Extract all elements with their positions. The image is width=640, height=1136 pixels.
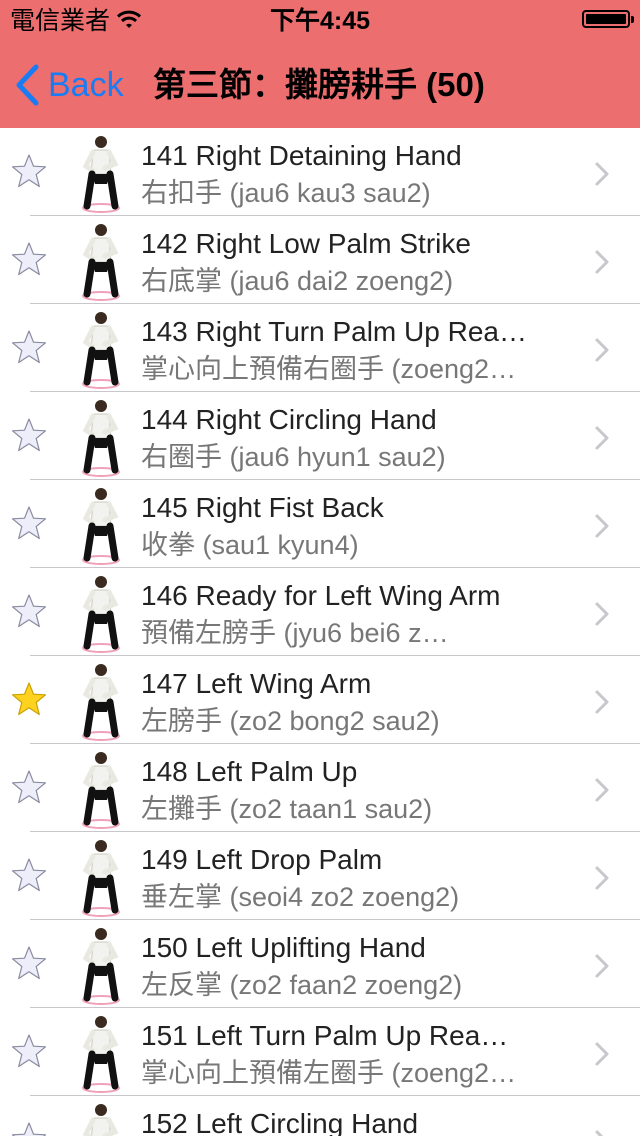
item-subtitle: 右扣手 (jau6 kau3 sau2) (141, 178, 431, 208)
chevron-left-icon (16, 64, 39, 106)
list-item[interactable]: 149 Left Drop Palm 垂左掌 (seoi4 zo2 zoeng2… (0, 832, 640, 920)
item-subtitle: 左反掌 (zo2 faan2 zoeng2) (141, 970, 463, 1000)
chevron-right-icon (595, 162, 609, 186)
chevron-right-icon (595, 426, 609, 450)
favorite-star-icon[interactable] (9, 152, 49, 192)
back-label: Back (48, 65, 124, 104)
status-bar: 電信業者 下午4:45 (0, 0, 640, 40)
item-title: 142 Right Low Palm Strike (141, 228, 471, 259)
item-title: 141 Right Detaining Hand (141, 140, 462, 171)
kung-fu-pose-thumbnail (82, 1016, 120, 1093)
item-subtitle: 收拳 (sau1 kyun4) (141, 530, 359, 560)
list-item[interactable]: 147 Left Wing Arm 左膀手 (zo2 bong2 sau2) (0, 656, 640, 744)
status-time: 下午4:45 (269, 7, 371, 35)
list-item[interactable]: 146 Ready for Left Wing Arm 預備左膀手 (jyu6 … (0, 568, 640, 656)
item-title: 147 Left Wing Arm (141, 668, 372, 699)
list-item[interactable]: 148 Left Palm Up 左攤手 (zo2 taan1 sau2) (0, 744, 640, 832)
chevron-right-icon (595, 954, 609, 978)
page-title: 第三節：攤膀耕手 (50) (153, 66, 485, 103)
favorite-star-icon[interactable] (9, 328, 49, 368)
chevron-right-icon (595, 778, 609, 802)
chevron-right-icon (595, 690, 609, 714)
kung-fu-pose-thumbnail (82, 136, 120, 213)
list-item[interactable]: 152 Left Circling Hand (0, 1096, 640, 1136)
item-subtitle: 左膀手 (zo2 bong2 sau2) (141, 706, 440, 736)
chevron-right-icon (595, 866, 609, 890)
item-title: 145 Right Fist Back (141, 492, 384, 523)
chevron-right-icon (595, 1130, 604, 1136)
kung-fu-pose-thumbnail (82, 1104, 119, 1136)
item-title: 148 Left Palm Up (141, 756, 358, 787)
item-title: 152 Left Circling Hand (141, 1108, 419, 1136)
item-title: 143 Right Turn Palm Up Rea… (141, 316, 527, 347)
item-title: 146 Ready for Left Wing Arm (141, 580, 501, 611)
favorite-star-icon[interactable] (9, 856, 49, 896)
item-title: 144 Right Circling Hand (141, 404, 437, 435)
favorite-star-icon[interactable] (9, 504, 49, 544)
list-item[interactable]: 150 Left Uplifting Hand 左反掌 (zo2 faan2 z… (0, 920, 640, 1008)
favorite-star-icon[interactable] (9, 1120, 49, 1136)
favorite-star-icon[interactable] (9, 768, 49, 808)
battery-icon (582, 10, 634, 28)
list-item[interactable]: 142 Right Low Palm Strike 右底掌 (jau6 dai2… (0, 216, 640, 304)
kung-fu-pose-thumbnail (82, 312, 120, 389)
chevron-right-icon (595, 1042, 609, 1066)
item-subtitle: 左攤手 (zo2 taan1 sau2) (141, 794, 433, 824)
list-item[interactable]: 143 Right Turn Palm Up Rea… 掌心向上預備右圈手 (z… (0, 304, 640, 392)
move-list[interactable]: 141 Right Detaining Hand 右扣手 (jau6 kau3 … (0, 128, 640, 1136)
kung-fu-pose-thumbnail (82, 488, 120, 565)
kung-fu-pose-thumbnail (82, 400, 120, 477)
kung-fu-pose-thumbnail (82, 928, 120, 1005)
kung-fu-pose-thumbnail (82, 224, 120, 301)
item-subtitle: 掌心向上預備左圈手 (zoeng2… (141, 1058, 517, 1088)
favorite-star-icon[interactable] (9, 240, 49, 280)
item-subtitle: 右底掌 (jau6 dai2 zoeng2) (141, 266, 454, 296)
item-title: 149 Left Drop Palm (141, 844, 383, 875)
item-title: 150 Left Uplifting Hand (141, 932, 426, 963)
favorite-star-icon[interactable] (9, 680, 49, 720)
list-item[interactable]: 141 Right Detaining Hand 右扣手 (jau6 kau3 … (0, 128, 640, 216)
favorite-star-icon[interactable] (9, 1032, 49, 1072)
item-subtitle: 掌心向上預備右圈手 (zoeng2… (141, 354, 517, 384)
kung-fu-pose-thumbnail (82, 840, 120, 917)
kung-fu-pose-thumbnail (82, 664, 120, 741)
chevron-right-icon (595, 250, 609, 274)
favorite-star-icon[interactable] (9, 592, 49, 632)
list-item[interactable]: 144 Right Circling Hand 右圈手 (jau6 hyun1 … (0, 392, 640, 480)
nav-header: 電信業者 下午4:45 Back 第三節：攤膀耕手 (50) (0, 0, 640, 128)
item-subtitle: 右圈手 (jau6 hyun1 sau2) (141, 442, 446, 472)
item-title: 151 Left Turn Palm Up Rea… (141, 1020, 509, 1051)
list-item[interactable]: 151 Left Turn Palm Up Rea… 掌心向上預備左圈手 (zo… (0, 1008, 640, 1096)
favorite-star-icon[interactable] (9, 416, 49, 456)
kung-fu-pose-thumbnail (82, 752, 120, 829)
list-item[interactable]: 145 Right Fist Back 收拳 (sau1 kyun4) (0, 480, 640, 568)
chevron-right-icon (595, 338, 609, 362)
back-button[interactable]: Back (14, 62, 124, 108)
favorite-star-icon[interactable] (9, 944, 49, 984)
kung-fu-pose-thumbnail (82, 576, 120, 653)
item-subtitle: 預備左膀手 (jyu6 bei6 z… (141, 618, 449, 648)
chevron-right-icon (595, 514, 609, 538)
chevron-right-icon (595, 602, 609, 626)
item-subtitle: 垂左掌 (seoi4 zo2 zoeng2) (141, 882, 460, 912)
